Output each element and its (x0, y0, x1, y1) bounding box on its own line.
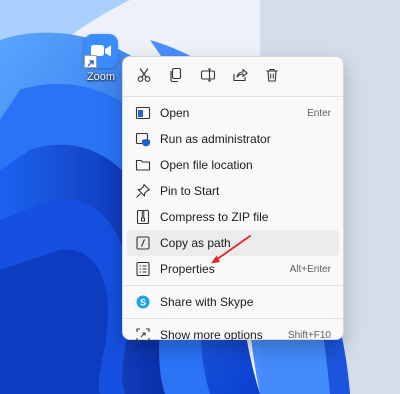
zip-icon (135, 209, 151, 225)
copy-icon[interactable] (164, 63, 188, 87)
separator (123, 285, 343, 286)
desktop-icon-label: Zoom (86, 71, 116, 83)
menu-item-pin-to-start[interactable]: Pin to Start (127, 178, 339, 204)
menu-item-share-with-skype[interactable]: S Share with Skype (127, 289, 339, 315)
zoom-app-icon (84, 34, 118, 68)
copy-path-icon (135, 235, 151, 251)
rename-icon[interactable] (196, 63, 220, 87)
svg-text:S: S (140, 298, 146, 308)
cut-icon[interactable] (132, 63, 156, 87)
menu-item-show-more-options[interactable]: Show more options Shift+F10 (127, 322, 339, 348)
menu-item-properties[interactable]: Properties Alt+Enter (127, 256, 339, 282)
pin-icon (135, 183, 151, 199)
open-icon (135, 105, 151, 121)
properties-icon (135, 261, 151, 277)
delete-icon[interactable] (260, 63, 284, 87)
separator (123, 318, 343, 319)
menu-item-compress-to-zip[interactable]: Compress to ZIP file (127, 204, 339, 230)
menu-item-copy-as-path[interactable]: Copy as path (127, 230, 339, 256)
menu-item-run-as-administrator[interactable]: Run as administrator (127, 126, 339, 152)
desktop-shortcut-zoom[interactable]: Zoom (78, 34, 124, 83)
menu-item-open-file-location[interactable]: Open file location (127, 152, 339, 178)
context-menu: Open Enter Run as administrator Open fil… (122, 56, 344, 342)
skype-icon: S (135, 294, 151, 310)
folder-icon (135, 157, 151, 173)
share-icon[interactable] (228, 63, 252, 87)
shortcut-arrow-icon (84, 55, 97, 68)
shield-icon (135, 131, 151, 147)
menu-item-open[interactable]: Open Enter (127, 100, 339, 126)
separator (123, 96, 343, 97)
quick-actions-bar (123, 57, 343, 93)
more-options-icon (135, 327, 151, 343)
